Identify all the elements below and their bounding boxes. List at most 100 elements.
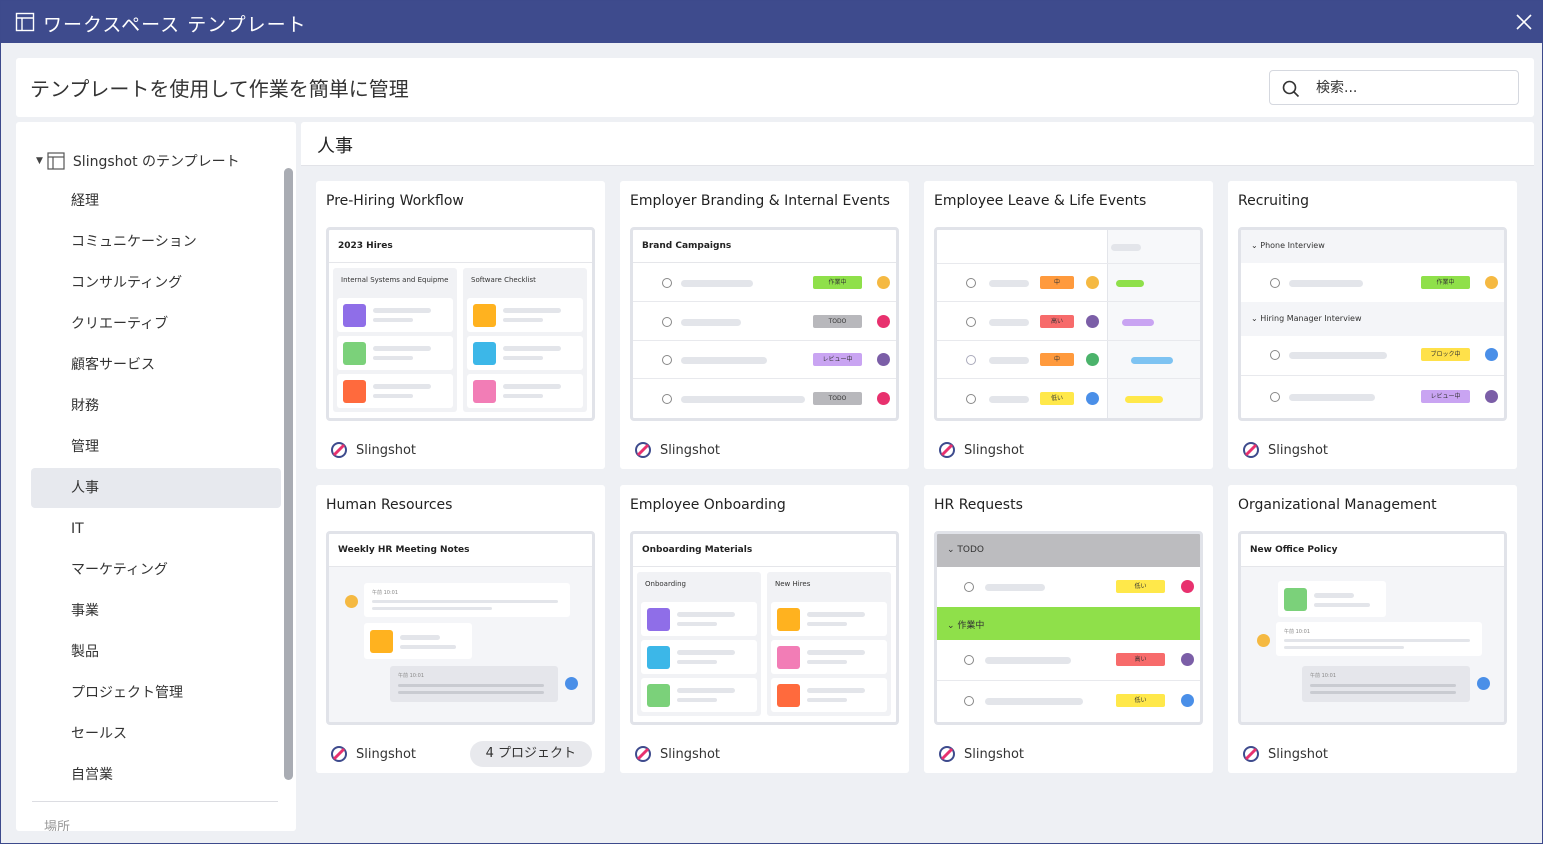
template-icon bbox=[15, 12, 35, 32]
avatar bbox=[877, 276, 890, 289]
brand-name: Slingshot bbox=[1268, 442, 1329, 458]
search-input[interactable] bbox=[1316, 77, 1506, 99]
sidebar-root-item[interactable]: ▼ Slingshot のテンプレート bbox=[36, 151, 240, 171]
sidebar-item[interactable]: コンサルティング bbox=[31, 263, 281, 303]
avatar bbox=[345, 595, 358, 608]
card-preview: ⌄ Phone Interview 作業中 ⌄ Hiring Manager I… bbox=[1238, 227, 1507, 421]
avatar bbox=[1181, 694, 1194, 707]
sidebar-item[interactable]: クリエーティブ bbox=[31, 304, 281, 344]
slingshot-logo-icon bbox=[1243, 442, 1259, 458]
avatar bbox=[1181, 653, 1194, 666]
group-header: ⌄ Phone Interview bbox=[1241, 230, 1504, 263]
page-title: テンプレートを使用して作業を簡単に管理 bbox=[30, 77, 409, 101]
status-tag: レビュー中 bbox=[1421, 390, 1470, 403]
sidebar-item[interactable]: IT bbox=[31, 509, 281, 549]
card-preview: 2023 Hires Internal Systems and Equipme … bbox=[326, 227, 595, 421]
template-gallery: 人事 Pre-Hiring Workflow 2023 Hires Intern… bbox=[301, 122, 1534, 831]
status-tag: レビュー中 bbox=[813, 353, 862, 366]
sidebar-item[interactable]: 管理 bbox=[31, 427, 281, 467]
sidebar-item[interactable]: 顧客サービス bbox=[31, 345, 281, 385]
card-title: Organizational Management bbox=[1238, 497, 1437, 513]
divider bbox=[32, 801, 278, 802]
slingshot-logo-icon bbox=[635, 746, 651, 762]
slingshot-logo-icon bbox=[635, 442, 651, 458]
priority-tag: 中 bbox=[1040, 353, 1074, 366]
brand-label: Slingshot bbox=[938, 745, 1024, 763]
link-icon bbox=[343, 304, 366, 327]
window-title: ワークスペース テンプレート bbox=[43, 14, 307, 36]
preview-title: Onboarding Materials bbox=[633, 534, 896, 567]
brand-name: Slingshot bbox=[1268, 746, 1329, 762]
preview-column: Software Checklist bbox=[463, 268, 587, 412]
avatar bbox=[1086, 276, 1099, 289]
image-icon bbox=[1284, 588, 1307, 611]
template-card[interactable]: Human Resources Weekly HR Meeting Notes … bbox=[316, 485, 605, 773]
priority-tag: 低い bbox=[1116, 694, 1165, 707]
card-title: HR Requests bbox=[934, 497, 1023, 513]
caret-down-icon[interactable]: ▼ bbox=[36, 156, 43, 166]
sidebar-item[interactable]: プロジェクト管理 bbox=[31, 673, 281, 713]
slingshot-logo-icon bbox=[939, 442, 955, 458]
group-header: ⌄ TODO bbox=[937, 534, 1200, 567]
sidebar-item[interactable]: 人事 bbox=[31, 468, 281, 508]
brand-label: Slingshot bbox=[330, 745, 416, 763]
project-count-badge: 4 プロジェクト bbox=[469, 741, 592, 767]
priority-tag: 低い bbox=[1116, 580, 1165, 593]
timestamp: 午前 10:01 bbox=[398, 673, 424, 679]
sidebar-item[interactable]: 経理 bbox=[31, 181, 281, 221]
preview-column: Onboarding bbox=[637, 572, 761, 716]
search-box[interactable] bbox=[1269, 70, 1519, 105]
chart-icon bbox=[473, 342, 496, 365]
brand-label: Slingshot bbox=[1242, 441, 1328, 459]
sidebar-footer-label: 場所 bbox=[44, 820, 71, 831]
sidebar-item[interactable]: 財務 bbox=[31, 386, 281, 426]
group-label: 作業中 bbox=[957, 621, 985, 631]
preview-title: Weekly HR Meeting Notes bbox=[329, 534, 592, 567]
group-label: Phone Interview bbox=[1260, 241, 1325, 250]
template-window: ワークスペース テンプレート テンプレートを使用して作業を簡単に管理 ▼ Sli… bbox=[0, 0, 1543, 844]
sidebar-item[interactable]: マーケティング bbox=[31, 550, 281, 590]
avatar bbox=[1257, 634, 1270, 647]
template-card[interactable]: Employer Branding & Internal Events Bran… bbox=[620, 181, 909, 469]
avatar bbox=[1485, 390, 1498, 403]
sidebar-item[interactable]: セールス bbox=[31, 714, 281, 754]
category-sidebar: ▼ Slingshot のテンプレート 経理 コミュニケーション コンサルティングク… bbox=[16, 122, 296, 831]
template-icon bbox=[47, 152, 65, 170]
priority-tag: 高い bbox=[1116, 653, 1165, 666]
sidebar-root-label: Slingshot のテンプレート bbox=[72, 154, 240, 170]
chart-icon bbox=[370, 630, 393, 653]
template-card[interactable]: Organizational Management New Office Pol… bbox=[1228, 485, 1517, 773]
sidebar-item[interactable]: 自営業 bbox=[31, 755, 281, 795]
template-card[interactable]: Employee Leave & Life Events 中 高い 中 低い S… bbox=[924, 181, 1213, 469]
chart-icon bbox=[777, 608, 800, 631]
template-card[interactable]: Recruiting ⌄ Phone Interview 作業中 ⌄ Hirin… bbox=[1228, 181, 1517, 469]
sidebar-item[interactable]: コミュニケーション bbox=[31, 222, 281, 262]
timestamp: 午前 10:01 bbox=[1284, 629, 1310, 635]
sidebar-scrollbar[interactable] bbox=[284, 168, 293, 780]
link-icon bbox=[647, 684, 670, 707]
card-title: Employee Onboarding bbox=[630, 497, 786, 513]
column-label: Onboarding bbox=[645, 580, 686, 588]
template-card[interactable]: Employee Onboarding Onboarding Materials… bbox=[620, 485, 909, 773]
chart-icon bbox=[777, 646, 800, 669]
card-preview: Brand Campaigns 作業中 TODO レビュー中 TODO bbox=[630, 227, 899, 421]
preview-title: New Office Policy bbox=[1241, 534, 1504, 567]
brand-name: Slingshot bbox=[964, 746, 1025, 762]
template-card[interactable]: Pre-Hiring Workflow 2023 Hires Internal … bbox=[316, 181, 605, 469]
template-card[interactable]: HR Requests ⌄ TODO 低い ⌄ 作業中 高い 低い Slings… bbox=[924, 485, 1213, 773]
preview-column: Internal Systems and Equipme bbox=[333, 268, 457, 412]
sidebar-item[interactable]: 事業 bbox=[31, 591, 281, 631]
column-label: Software Checklist bbox=[471, 276, 536, 284]
status-tag: 作業中 bbox=[813, 276, 862, 289]
close-icon[interactable] bbox=[1514, 12, 1534, 32]
avatar bbox=[1181, 580, 1194, 593]
image-icon bbox=[777, 684, 800, 707]
priority-tag: 中 bbox=[1040, 276, 1074, 289]
card-title: Employee Leave & Life Events bbox=[934, 193, 1147, 209]
brand-label: Slingshot bbox=[634, 745, 720, 763]
chart-icon bbox=[473, 304, 496, 327]
avatar bbox=[1086, 353, 1099, 366]
group-label: TODO bbox=[957, 545, 985, 555]
sidebar-item[interactable]: 製品 bbox=[31, 632, 281, 672]
priority-tag: 高い bbox=[1040, 315, 1074, 328]
